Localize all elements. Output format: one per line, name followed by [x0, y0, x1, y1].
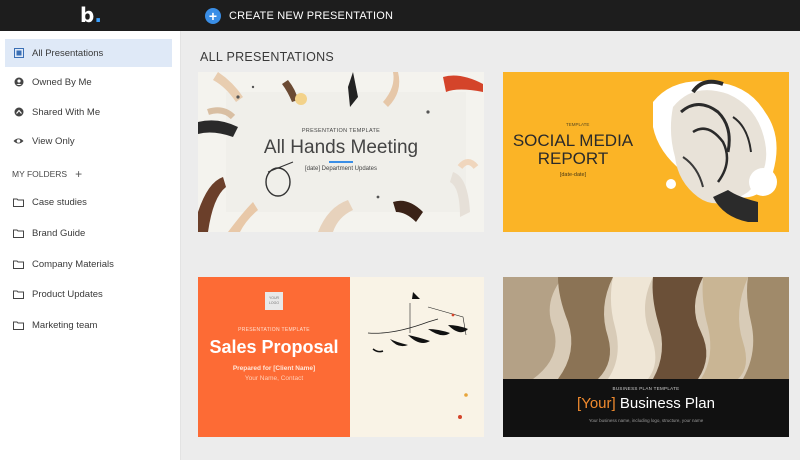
- folder-label: Product Updates: [32, 288, 103, 300]
- card-subtitle-2: Your Name, Contact: [244, 375, 304, 382]
- presentation-card-business-plan[interactable]: BUSINESS PLAN TEMPLATE [Your] Business P…: [503, 277, 789, 437]
- your-logo-placeholder: YOUR LOGO: [265, 292, 283, 310]
- folder-icon: [13, 197, 24, 208]
- sidebar-item-shared-with-me[interactable]: Shared With Me: [5, 98, 172, 126]
- sidebar: All Presentations Owned By Me Shared Wit…: [0, 31, 181, 460]
- plus-icon: +: [205, 7, 221, 24]
- sidebar-item-label: View Only: [32, 135, 75, 147]
- folder-product-updates[interactable]: Product Updates: [5, 280, 172, 308]
- card-tag: TEMPLATE: [566, 122, 590, 127]
- folder-icon: [13, 320, 24, 331]
- sidebar-item-label: Owned By Me: [32, 76, 92, 88]
- folder-icon: [13, 228, 24, 239]
- sidebar-item-owned-by-me[interactable]: Owned By Me: [5, 68, 172, 96]
- add-folder-icon[interactable]: +: [75, 167, 82, 181]
- presentation-icon: [13, 48, 24, 59]
- presentation-card-sales-proposal[interactable]: YOUR LOGO PRESENTATION TEMPLATE Sales Pr…: [198, 277, 484, 437]
- presentation-card-all-hands[interactable]: PRESENTATION TEMPLATE All Hands Meeting …: [198, 72, 484, 232]
- card-title-line2: REPORT: [537, 149, 609, 168]
- folder-icon: [13, 289, 24, 300]
- card-title: SOCIAL MEDIA REPORT: [503, 132, 643, 168]
- eye-icon: [13, 136, 24, 147]
- business-plan-artwork: [503, 277, 789, 437]
- card-subtitle: Your business name, including logo, stru…: [588, 418, 704, 423]
- presentation-card-social-media[interactable]: TEMPLATE SOCIAL MEDIA REPORT [date-date]: [503, 72, 789, 232]
- card-title-highlight: [Your]: [577, 395, 616, 412]
- card-subtitle: Prepared for [Client Name]: [232, 365, 316, 372]
- folder-brand-guide[interactable]: Brand Guide: [5, 219, 172, 247]
- card-tag: PRESENTATION TEMPLATE: [301, 128, 381, 134]
- title-divider: [329, 161, 353, 163]
- page-title: ALL PRESENTATIONS: [200, 50, 335, 64]
- sidebar-item-label: Shared With Me: [32, 106, 101, 118]
- card-subtitle: [date] Department Updates: [304, 166, 378, 172]
- user-icon: [13, 77, 24, 88]
- sidebar-item-all-presentations[interactable]: All Presentations: [5, 39, 172, 67]
- folder-company-materials[interactable]: Company Materials: [5, 250, 172, 278]
- card-title: Sales Proposal: [209, 337, 339, 357]
- top-bar: b. + CREATE NEW PRESENTATION: [0, 0, 800, 31]
- folder-label: Case studies: [32, 196, 87, 208]
- folder-case-studies[interactable]: Case studies: [5, 188, 172, 216]
- app-logo[interactable]: b.: [80, 5, 102, 25]
- my-folders-label: MY FOLDERS: [12, 169, 68, 179]
- folder-label: Company Materials: [32, 258, 114, 270]
- folder-marketing-team[interactable]: Marketing team: [5, 311, 172, 339]
- create-presentation-button[interactable]: + CREATE NEW PRESENTATION: [205, 6, 393, 25]
- create-presentation-label: CREATE NEW PRESENTATION: [229, 9, 394, 22]
- folder-label: Brand Guide: [32, 227, 86, 239]
- card-subtitle: [date-date]: [559, 172, 587, 178]
- sidebar-item-label: All Presentations: [32, 47, 104, 59]
- card-title: All Hands Meeting: [263, 137, 419, 158]
- folder-icon: [13, 259, 24, 270]
- folder-label: Marketing team: [32, 319, 98, 331]
- card-title-rest: Business Plan: [615, 395, 715, 412]
- share-icon: [13, 107, 24, 118]
- card-tag: BUSINESS PLAN TEMPLATE: [612, 386, 680, 391]
- my-folders-header: MY FOLDERS +: [12, 167, 82, 181]
- card-title-line1: SOCIAL MEDIA: [512, 131, 634, 150]
- sidebar-item-view-only[interactable]: View Only: [5, 127, 172, 155]
- card-title: [Your] Business Plan: [503, 395, 789, 412]
- card-tag: PRESENTATION TEMPLATE: [238, 327, 310, 333]
